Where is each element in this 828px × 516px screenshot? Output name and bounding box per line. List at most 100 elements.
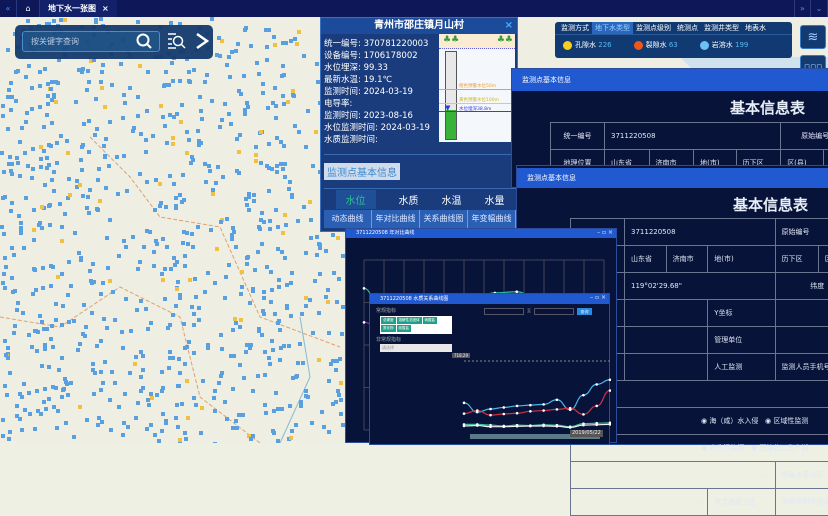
station-marker[interactable] xyxy=(311,164,315,168)
station-marker[interactable] xyxy=(242,376,246,380)
station-marker[interactable] xyxy=(182,198,186,202)
station-marker[interactable] xyxy=(327,331,331,335)
station-marker[interactable] xyxy=(72,435,76,439)
station-marker[interactable] xyxy=(108,218,112,222)
station-marker[interactable] xyxy=(58,202,62,206)
station-marker[interactable] xyxy=(277,285,281,289)
station-marker[interactable] xyxy=(15,404,19,408)
station-marker[interactable] xyxy=(19,221,23,225)
station-marker[interactable] xyxy=(215,53,219,57)
station-marker[interactable] xyxy=(255,61,259,65)
station-marker[interactable] xyxy=(234,419,238,423)
station-marker[interactable] xyxy=(317,311,321,315)
station-marker[interactable] xyxy=(141,368,145,372)
station-marker[interactable] xyxy=(265,265,269,269)
station-marker[interactable] xyxy=(234,321,238,325)
station-marker[interactable] xyxy=(139,375,143,379)
station-marker[interactable] xyxy=(335,359,339,363)
station-marker[interactable] xyxy=(99,80,103,84)
station-marker[interactable] xyxy=(186,242,190,246)
station-marker[interactable] xyxy=(66,393,70,397)
station-marker[interactable] xyxy=(149,392,153,396)
station-marker[interactable] xyxy=(172,182,176,186)
station-marker[interactable] xyxy=(136,20,140,24)
station-marker[interactable] xyxy=(282,144,286,148)
station-marker[interactable] xyxy=(163,267,167,271)
station-marker[interactable] xyxy=(126,425,130,429)
legend-tab[interactable]: 地表水 xyxy=(742,22,769,34)
station-marker[interactable] xyxy=(272,409,276,413)
legend-tab[interactable]: 监测点级别 xyxy=(633,22,674,34)
station-marker[interactable] xyxy=(42,149,46,153)
station-marker[interactable] xyxy=(24,196,28,200)
station-marker[interactable] xyxy=(96,178,100,182)
station-marker[interactable] xyxy=(299,404,303,408)
station-marker[interactable] xyxy=(210,17,214,21)
station-marker[interactable] xyxy=(295,374,299,378)
station-marker[interactable] xyxy=(45,113,49,117)
station-marker[interactable] xyxy=(318,272,322,276)
station-marker[interactable] xyxy=(259,161,263,165)
station-marker[interactable] xyxy=(122,154,126,158)
station-marker[interactable] xyxy=(214,181,218,185)
station-marker[interactable] xyxy=(32,228,36,232)
station-marker[interactable] xyxy=(260,242,264,246)
station-marker[interactable] xyxy=(326,288,330,292)
station-marker[interactable] xyxy=(63,18,67,22)
station-marker[interactable] xyxy=(121,116,125,120)
station-marker[interactable] xyxy=(263,373,267,377)
station-marker[interactable] xyxy=(7,437,11,441)
station-marker[interactable] xyxy=(199,431,203,435)
station-marker[interactable] xyxy=(175,260,179,264)
station-marker[interactable] xyxy=(90,311,94,315)
station-marker[interactable] xyxy=(0,151,4,155)
station-marker[interactable] xyxy=(68,193,72,197)
station-marker[interactable] xyxy=(271,101,275,105)
station-marker[interactable] xyxy=(254,145,258,149)
station-marker[interactable] xyxy=(158,182,162,186)
tab-2[interactable]: 水温 xyxy=(442,192,462,207)
station-marker[interactable] xyxy=(193,277,197,281)
data-point[interactable] xyxy=(595,405,598,408)
station-marker[interactable] xyxy=(39,412,43,416)
station-marker[interactable] xyxy=(41,286,45,290)
station-marker[interactable] xyxy=(227,112,231,116)
station-marker[interactable] xyxy=(334,368,338,372)
station-marker[interactable] xyxy=(227,263,231,267)
station-marker[interactable] xyxy=(240,270,244,274)
station-marker[interactable] xyxy=(194,403,198,407)
station-marker[interactable] xyxy=(52,19,56,23)
station-marker[interactable] xyxy=(340,332,344,336)
station-marker[interactable] xyxy=(145,427,149,431)
station-marker[interactable] xyxy=(281,41,285,45)
station-marker[interactable] xyxy=(15,414,19,418)
station-marker[interactable] xyxy=(339,398,343,402)
station-marker[interactable] xyxy=(239,92,243,96)
station-marker[interactable] xyxy=(301,361,305,365)
station-marker[interactable] xyxy=(296,219,300,223)
station-marker[interactable] xyxy=(20,428,24,432)
station-marker[interactable] xyxy=(141,386,145,390)
station-marker[interactable] xyxy=(337,393,341,397)
station-marker[interactable] xyxy=(277,278,281,282)
station-marker[interactable] xyxy=(245,101,249,105)
station-marker[interactable] xyxy=(283,213,287,217)
station-marker[interactable] xyxy=(279,162,283,166)
station-marker[interactable] xyxy=(100,420,104,424)
station-marker[interactable] xyxy=(47,365,51,369)
station-marker[interactable] xyxy=(30,345,34,349)
station-marker[interactable] xyxy=(251,389,255,393)
station-marker[interactable] xyxy=(57,368,61,372)
station-marker[interactable] xyxy=(185,130,189,134)
station-marker[interactable] xyxy=(223,102,227,106)
station-marker[interactable] xyxy=(1,418,5,422)
station-marker[interactable] xyxy=(38,105,42,109)
station-marker[interactable] xyxy=(261,91,265,95)
station-marker[interactable] xyxy=(92,280,96,284)
data-point[interactable] xyxy=(595,423,598,426)
station-marker[interactable] xyxy=(151,134,155,138)
station-marker[interactable] xyxy=(107,164,111,168)
station-marker[interactable] xyxy=(242,74,246,78)
station-marker[interactable] xyxy=(153,433,157,437)
station-marker[interactable] xyxy=(261,82,265,86)
